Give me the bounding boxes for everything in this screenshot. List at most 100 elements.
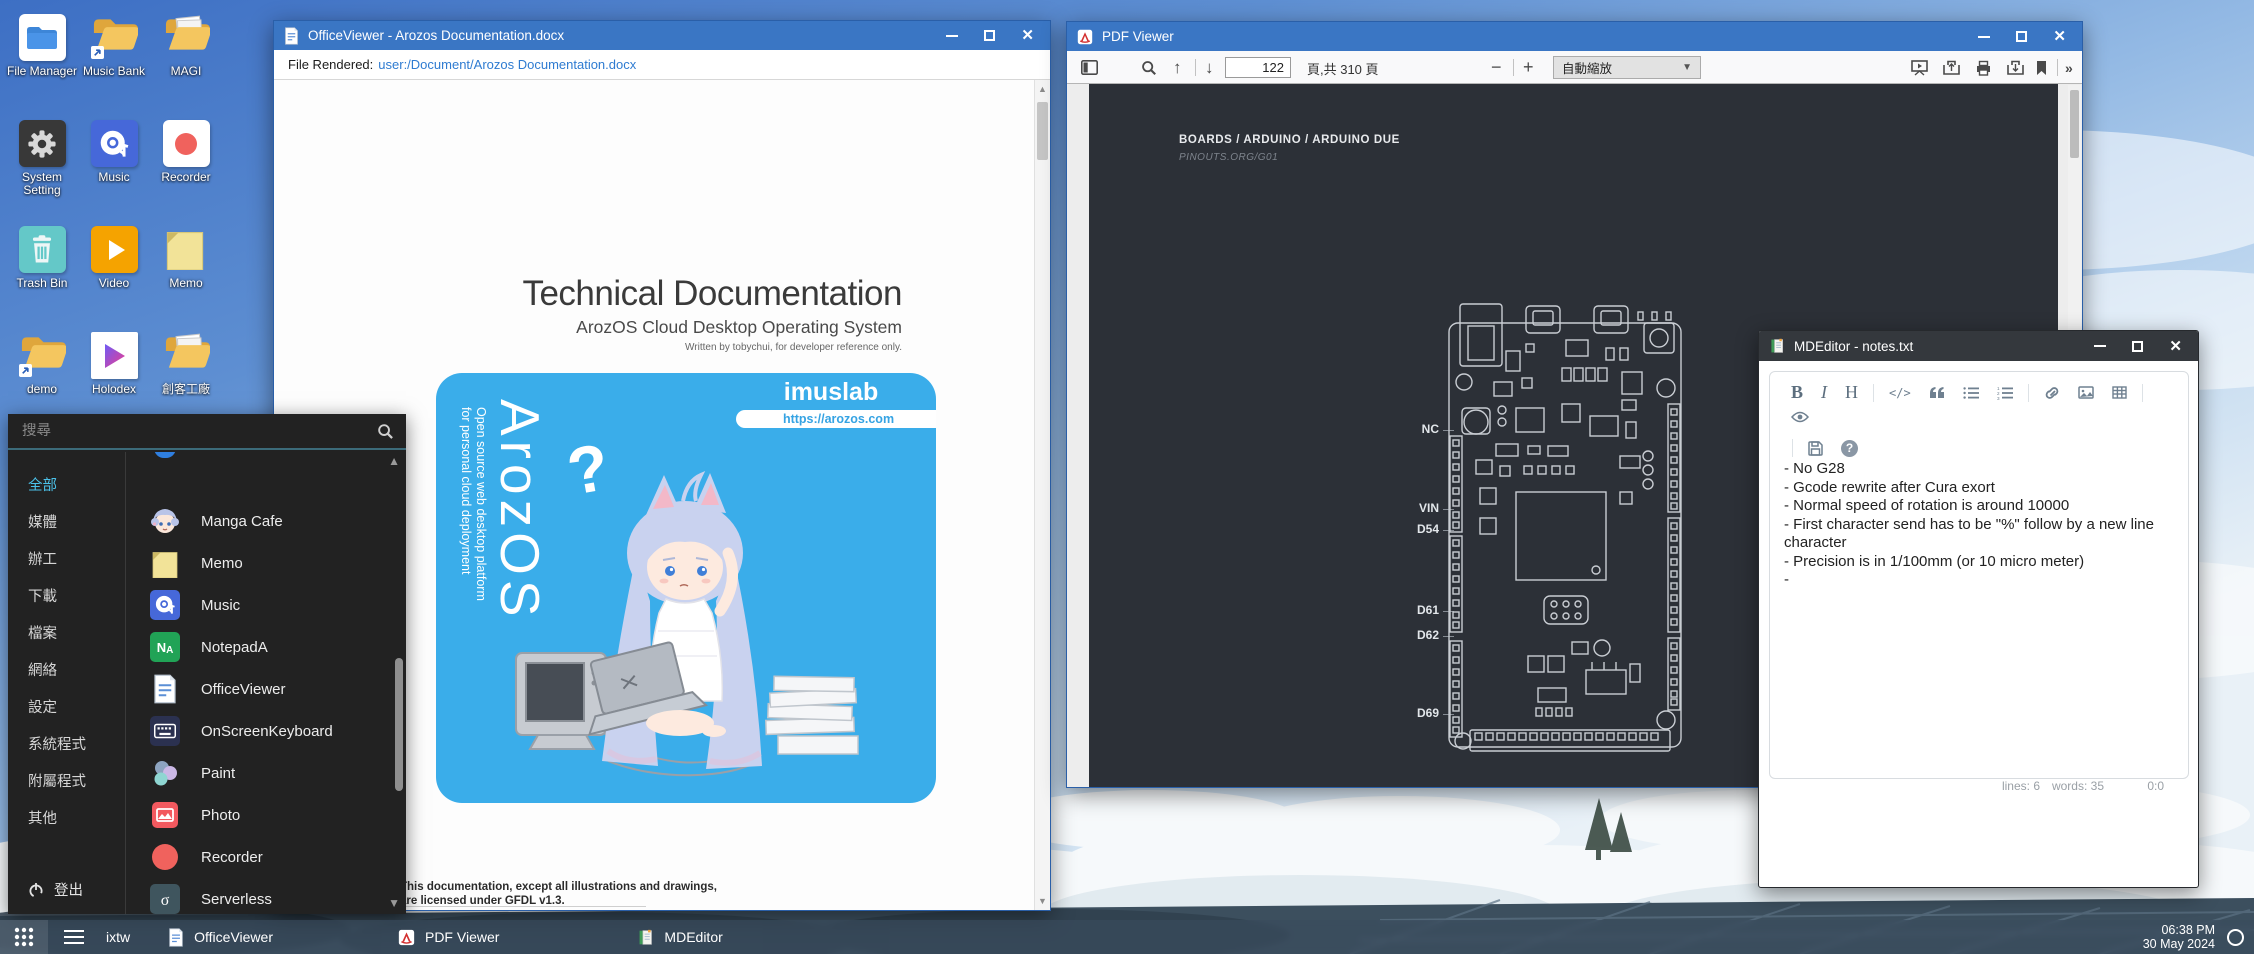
scroll-down-arrow[interactable]: ▼ (1035, 896, 1050, 906)
note-text[interactable]: - No G28 - Gcode rewrite after Cura exor… (1784, 460, 2174, 590)
chevron-down-icon[interactable]: ▼ (388, 896, 400, 910)
chevron-up-icon[interactable]: ▲ (388, 454, 400, 468)
zoom-in-button[interactable]: + (1523, 51, 1534, 84)
app-item-onscreenkeyboard[interactable]: OnScreenKeyboard (126, 710, 390, 752)
desktop-icon-system-setting[interactable]: System Setting (6, 120, 78, 226)
desktop-icon-label: Recorder (150, 171, 222, 184)
minimize-button[interactable] (2094, 345, 2106, 347)
desktop-icon-magi[interactable]: MAGI (150, 14, 222, 120)
preview-eye-button[interactable] (1791, 411, 1809, 423)
search-icon[interactable] (1141, 51, 1157, 84)
scrollbar-thumb[interactable] (395, 658, 403, 791)
pdfviewer-titlebar[interactable]: PDF Viewer ✕ (1067, 22, 2082, 51)
minimize-button[interactable] (946, 35, 958, 37)
more-tools-button[interactable]: » (2065, 51, 2071, 84)
bold-button[interactable]: B (1791, 382, 1803, 403)
numbered-list-button[interactable]: 123 (1997, 386, 2013, 400)
desktop-icon-label: 創客工廠 (150, 383, 222, 396)
taskbar-username[interactable]: ixtw (106, 929, 130, 945)
page-down-button[interactable]: ↓ (1205, 51, 1214, 84)
bookmark-button[interactable] (2035, 51, 2048, 84)
logout-button[interactable]: 登出 (28, 879, 83, 900)
heading-button[interactable]: H (1845, 382, 1858, 403)
taskbar-item-pdfviewer[interactable]: PDF Viewer (388, 920, 509, 954)
desktop-icon-music-bank[interactable]: Music Bank (78, 14, 150, 120)
poster-url-pill: https://arozos.com (736, 410, 936, 428)
category-system[interactable]: 系統程式 (8, 725, 125, 762)
desktop-icon-label: System Setting (6, 171, 78, 197)
mdeditor-titlebar[interactable]: MDEditor - notes.txt ✕ (1759, 331, 2198, 361)
category-media[interactable]: 媒體 (8, 503, 125, 540)
desktop-icon-trash-bin[interactable]: Trash Bin (6, 226, 78, 332)
desktop-icon-file-manager[interactable]: File Manager (6, 14, 78, 120)
desktop-icon-music[interactable]: Music (78, 120, 150, 226)
category-settings[interactable]: 設定 (8, 688, 125, 725)
start-menu-search (8, 414, 406, 450)
record-dot-icon (163, 120, 210, 167)
status-circle-icon[interactable] (2227, 929, 2244, 946)
print-button[interactable] (1975, 51, 1992, 84)
app-item-officeviewer[interactable]: OfficeViewer (126, 668, 390, 710)
menu-toggle-button[interactable] (64, 926, 84, 948)
app-item-serverless[interactable]: Serverless (126, 878, 390, 914)
sidebar-toggle-button[interactable] (1081, 51, 1098, 84)
category-network[interactable]: 網絡 (8, 651, 125, 688)
app-item-memo[interactable]: Memo (126, 542, 390, 584)
download-button[interactable] (2007, 51, 2024, 84)
app-item-photo[interactable]: Photo (126, 794, 390, 836)
app-item-music[interactable]: Music (126, 584, 390, 626)
scroll-up-arrow[interactable]: ▲ (1035, 84, 1050, 94)
code-button[interactable]: </> (1889, 386, 1911, 400)
minimize-button[interactable] (1978, 36, 1990, 38)
category-other[interactable]: 其他 (8, 799, 125, 836)
category-files[interactable]: 檔案 (8, 614, 125, 651)
search-input[interactable] (8, 423, 406, 439)
category-accessories[interactable]: 附屬程式 (8, 762, 125, 799)
open-file-button[interactable] (1943, 51, 1960, 84)
category-all[interactable]: 全部 (8, 466, 125, 503)
link-button[interactable] (2044, 386, 2060, 400)
category-office[interactable]: 辦工 (8, 540, 125, 577)
taskbar-item-mdeditor[interactable]: MDEditor (627, 920, 732, 954)
desktop-icon-label: Memo (150, 277, 222, 290)
document-scrollbar[interactable]: ▲ ▼ (1034, 80, 1050, 910)
zoom-mode-select[interactable]: 自動縮放 ▼ (1553, 56, 1701, 79)
app-item-manga-cafe[interactable]: Manga Cafe (126, 500, 390, 542)
app-item-paint[interactable]: Paint (126, 752, 390, 794)
maximize-button[interactable] (984, 30, 995, 41)
desktop-icon-recorder[interactable]: Recorder (150, 120, 222, 226)
document-icon (150, 674, 180, 704)
close-button[interactable]: ✕ (2169, 341, 2182, 352)
quote-button[interactable] (1929, 386, 1945, 399)
presentation-mode-button[interactable] (1911, 51, 1928, 84)
taskbar-item-officeviewer[interactable]: OfficeViewer (158, 920, 283, 954)
desktop-icon-memo[interactable]: Memo (150, 226, 222, 332)
desktop-icon-video[interactable]: Video (78, 226, 150, 332)
officeviewer-titlebar[interactable]: OfficeViewer - Arozos Documentation.docx… (274, 21, 1050, 50)
maximize-button[interactable] (2016, 31, 2027, 42)
category-download[interactable]: 下載 (8, 577, 125, 614)
save-button[interactable] (1808, 441, 1823, 456)
close-button[interactable]: ✕ (1021, 30, 1034, 41)
window-title: MDEditor - notes.txt (1794, 339, 2094, 354)
help-button[interactable]: ? (1841, 440, 1858, 457)
scrollbar-thumb[interactable] (2070, 90, 2079, 158)
image-button[interactable] (2078, 386, 2094, 399)
italic-button[interactable]: I (1821, 382, 1827, 403)
desktop-icon-label: Music Bank (78, 65, 150, 78)
scrollbar-thumb[interactable] (1037, 102, 1048, 160)
app-item-notepada[interactable]: NA NotepadA (126, 626, 390, 668)
app-list-scrollbar[interactable] (395, 498, 403, 884)
page-number-input[interactable] (1225, 57, 1291, 78)
close-button[interactable]: ✕ (2053, 31, 2066, 42)
bullet-list-button[interactable] (1963, 386, 1979, 400)
app-item-recorder[interactable]: Recorder (126, 836, 390, 878)
file-path-link[interactable]: user:/Document/Arozos Documentation.docx (378, 57, 636, 72)
poster-tagline: Open source web desktop platform for per… (458, 407, 488, 601)
maximize-button[interactable] (2132, 341, 2143, 352)
page-up-button[interactable]: ↑ (1173, 51, 1182, 84)
zoom-out-button[interactable]: − (1491, 51, 1502, 84)
app-grid-button[interactable] (0, 920, 48, 954)
table-button[interactable] (2112, 386, 2127, 399)
poster-brand: imuslab (736, 378, 926, 407)
